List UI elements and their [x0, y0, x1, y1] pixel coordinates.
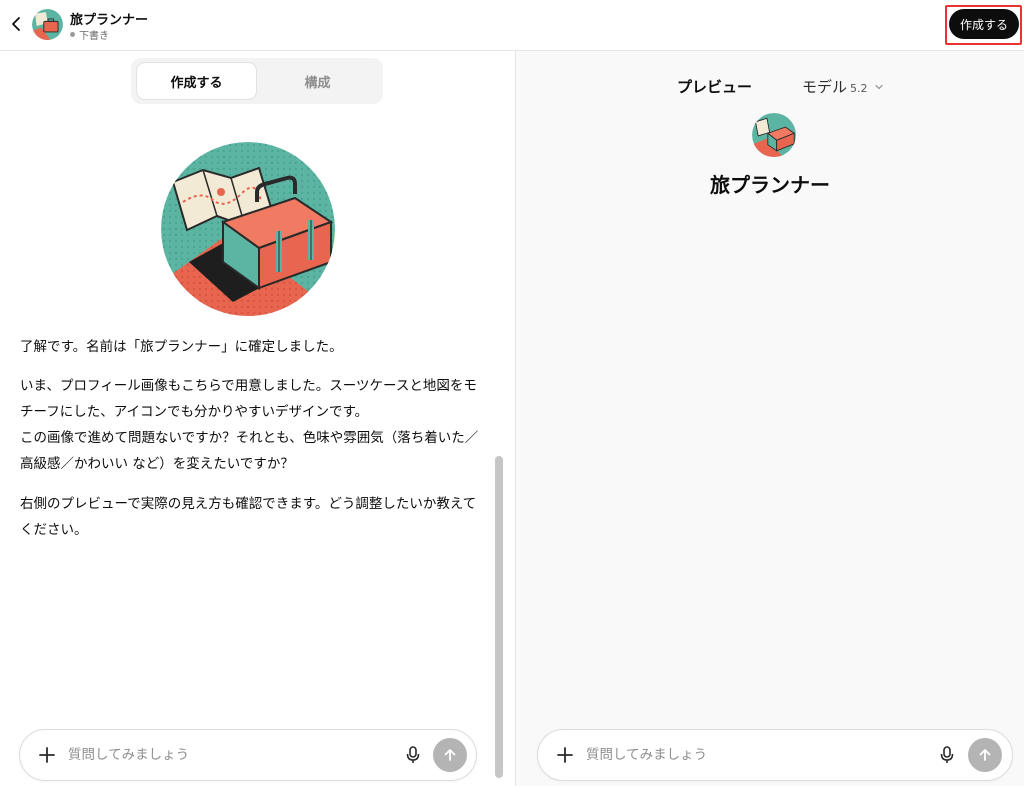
preview-gpt-name: 旅プランナー: [710, 173, 830, 197]
create-button[interactable]: 作成する: [949, 9, 1019, 39]
preview-label: プレビュー: [677, 78, 753, 96]
assistant-message: 了解です。名前は「旅プランナー」に確定しました。: [20, 339, 343, 355]
chevron-left-icon[interactable]: [8, 14, 26, 34]
preview-composer[interactable]: 質問してみましょう: [537, 729, 1013, 781]
message-input[interactable]: 質問してみましょう: [586, 730, 707, 780]
message-input[interactable]: 質問してみましょう: [68, 730, 189, 780]
send-button[interactable]: [968, 738, 1002, 772]
status-dot-icon: [70, 32, 75, 37]
draft-status: 下書き: [70, 27, 109, 42]
builder-pane: 作成する 構成 了解です。名前は「旅プランナー」に確定しました。 いま、プロフィ…: [0, 51, 515, 786]
microphone-icon[interactable]: [404, 745, 422, 765]
assistant-message: いま、プロフィール画像もこちらで用意しました。スーツケースと地図をモチーフにした…: [20, 378, 479, 472]
send-button[interactable]: [433, 738, 467, 772]
assistant-message: 右側のプレビューで実際の見え方も確認できます。どう調整したいか教えてください。: [20, 496, 477, 538]
arrow-up-icon: [444, 749, 456, 761]
builder-composer[interactable]: 質問してみましょう: [19, 729, 477, 781]
model-selector[interactable]: モデル 5.2: [802, 76, 884, 97]
scrollbar[interactable]: [495, 456, 503, 778]
tab-create[interactable]: 作成する: [137, 63, 256, 99]
builder-tabs: 作成する 構成: [131, 58, 383, 104]
model-label: モデル: [802, 78, 848, 96]
plus-icon[interactable]: [36, 744, 58, 766]
top-bar: 旅プランナー 下書き 作成する: [0, 0, 1024, 51]
profile-image: [161, 142, 335, 316]
chevron-down-icon: [874, 84, 883, 90]
microphone-icon[interactable]: [938, 745, 956, 765]
plus-icon[interactable]: [554, 744, 576, 766]
model-version: 5.2: [850, 82, 868, 95]
preview-pane: プレビュー モデル 5.2 旅プランナー 質問してみましょう: [516, 51, 1024, 786]
preview-avatar: [752, 113, 796, 157]
gpt-title: 旅プランナー: [70, 13, 149, 28]
arrow-up-icon: [979, 749, 991, 761]
status-label: 下書き: [79, 31, 109, 42]
gpt-avatar: [32, 9, 63, 40]
tab-configure[interactable]: 構成: [258, 63, 377, 99]
